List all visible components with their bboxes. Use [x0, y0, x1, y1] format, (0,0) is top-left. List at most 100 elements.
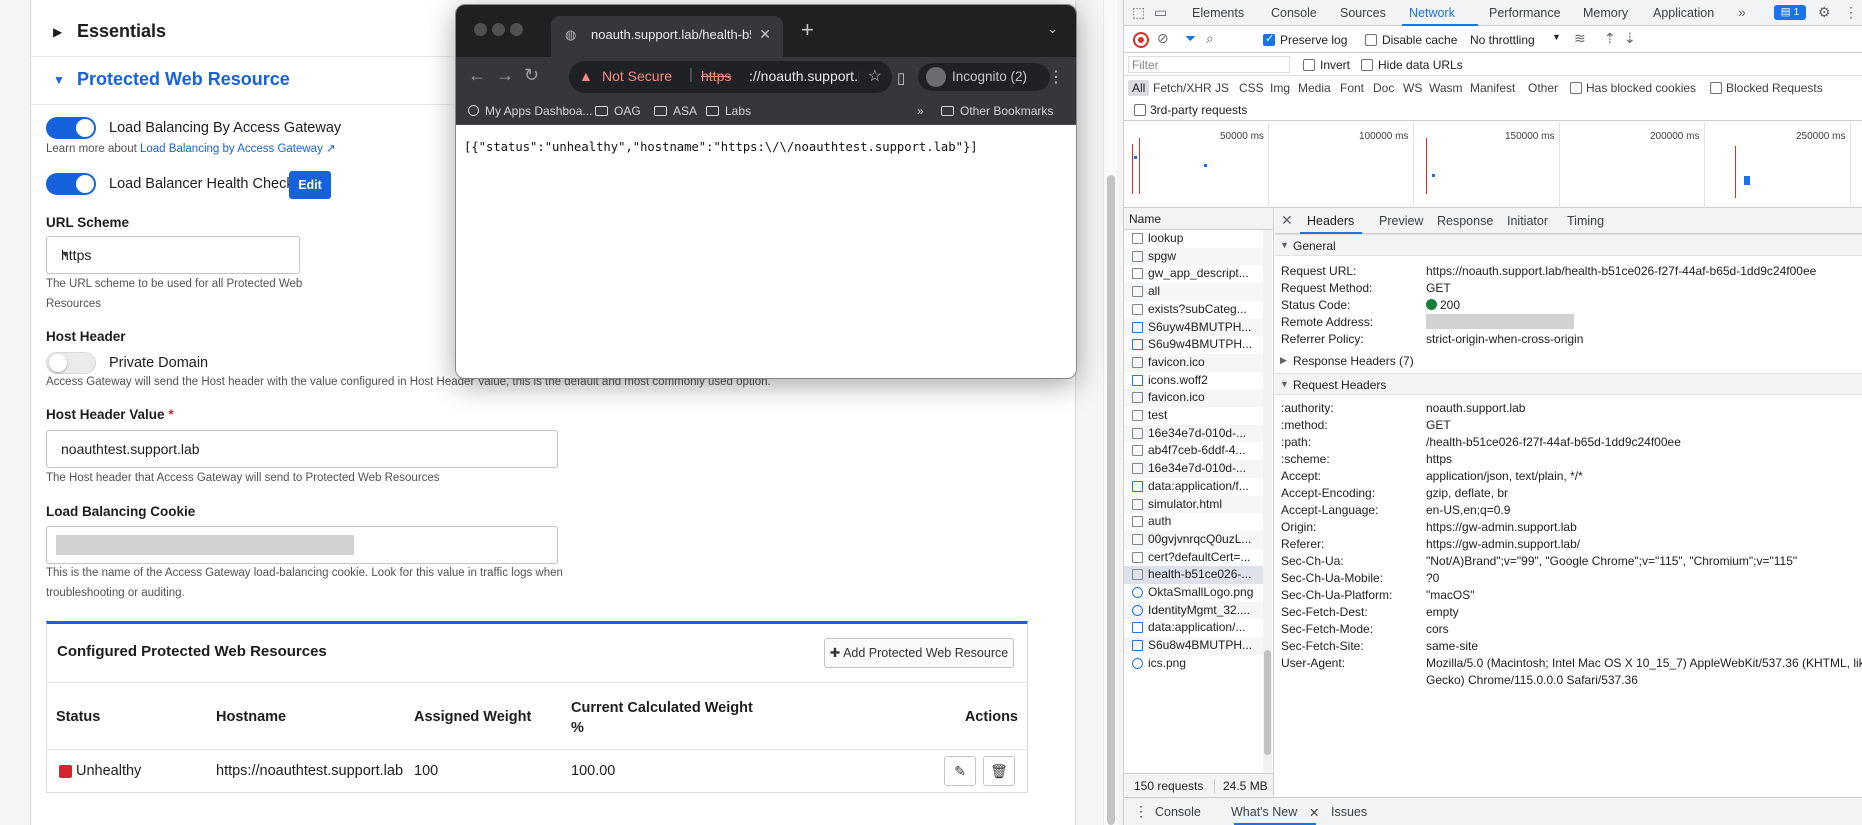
kebab-menu-icon[interactable]: ⋮: [1048, 67, 1064, 87]
request-row[interactable]: S6u9w4BMUTPH...: [1124, 336, 1272, 354]
type-font[interactable]: Font: [1340, 81, 1364, 95]
name-list-scrollbar[interactable]: [1263, 230, 1272, 773]
tab-sources[interactable]: Sources: [1340, 6, 1386, 20]
type-js[interactable]: JS: [1215, 81, 1229, 95]
maximize-window-dot[interactable]: [510, 23, 523, 36]
disable-cache-checkbox[interactable]: [1365, 34, 1377, 46]
close-details-icon[interactable]: ✕: [1281, 212, 1293, 229]
request-row[interactable]: 00gvjvnrqcQ0uzL...: [1124, 530, 1272, 549]
request-row[interactable]: cert?defaultCert=...: [1124, 549, 1272, 567]
filter-input[interactable]: Filter: [1128, 56, 1290, 73]
request-row[interactable]: S6uyw4BMUTPH...: [1124, 318, 1272, 337]
other-bookmarks[interactable]: Other Bookmarks: [941, 104, 1053, 118]
inspect-element-icon[interactable]: ⬚: [1132, 4, 1145, 21]
type-doc[interactable]: Doc: [1373, 81, 1394, 95]
request-row[interactable]: data:application/...: [1124, 619, 1272, 637]
type-ws[interactable]: WS: [1403, 81, 1422, 95]
request-row[interactable]: icons.woff2: [1124, 372, 1272, 390]
request-row[interactable]: favicon.ico: [1124, 389, 1272, 407]
more-bookmarks-icon[interactable]: »: [917, 104, 924, 118]
clear-icon[interactable]: ⊘: [1157, 30, 1169, 47]
kebab-menu-icon[interactable]: ⋮: [1844, 4, 1858, 21]
tab-initiator[interactable]: Initiator: [1507, 214, 1548, 228]
tab-timing[interactable]: Timing: [1567, 214, 1604, 228]
type-manifest[interactable]: Manifest: [1470, 81, 1515, 95]
export-har-icon[interactable]: ⇣: [1624, 30, 1636, 47]
request-row[interactable]: gw_app_descript...: [1124, 265, 1272, 283]
type-other[interactable]: Other: [1528, 81, 1558, 95]
more-tabs-icon[interactable]: »: [1738, 4, 1746, 20]
close-tab-icon[interactable]: ✕: [759, 26, 771, 43]
bookmark-item[interactable]: My Apps Dashboa...: [468, 104, 592, 118]
tab-response[interactable]: Response: [1437, 214, 1493, 228]
request-row[interactable]: S6u8w4BMUTPH...: [1124, 637, 1272, 655]
tab-application[interactable]: Application: [1653, 6, 1714, 20]
forward-icon[interactable]: →: [496, 65, 514, 86]
request-row[interactable]: ab4f7ceb-6ddf-4...: [1124, 442, 1272, 460]
request-row[interactable]: simulator.html: [1124, 495, 1272, 514]
edit-health-check-button[interactable]: Edit: [289, 171, 331, 199]
address-bar[interactable]: ▲ Not Secure | https ://noauth.support.l…: [569, 61, 892, 93]
request-row[interactable]: exists?subCateg...: [1124, 301, 1272, 319]
bookmark-item[interactable]: Labs: [706, 104, 751, 118]
tab-console[interactable]: Console: [1271, 6, 1317, 20]
bookmark-item[interactable]: ASA: [654, 104, 697, 118]
incognito-badge[interactable]: Incognito (2): [918, 63, 1050, 91]
close-whats-new-icon[interactable]: ✕: [1309, 805, 1319, 820]
bookmark-star-icon[interactable]: ☆: [868, 66, 882, 86]
blocked-cookies-checkbox[interactable]: [1570, 82, 1582, 94]
import-har-icon[interactable]: ⇡: [1604, 30, 1616, 47]
health-check-toggle[interactable]: [46, 173, 96, 195]
tab-memory[interactable]: Memory: [1583, 6, 1628, 20]
filter-icon[interactable]: ⏷: [1185, 30, 1196, 47]
request-row[interactable]: spgw: [1124, 247, 1272, 266]
cookie-input[interactable]: [46, 526, 558, 564]
request-row[interactable]: auth: [1124, 513, 1272, 531]
new-tab-icon[interactable]: +: [801, 17, 814, 43]
scroll-thumb[interactable]: [1107, 175, 1115, 825]
settings-gear-icon[interactable]: ⚙: [1818, 4, 1831, 21]
request-row[interactable]: 16e34e7d-010d-...: [1124, 460, 1272, 478]
request-row[interactable]: health-b51ce026-...: [1124, 566, 1272, 584]
search-icon[interactable]: ⌕: [1206, 30, 1214, 47]
drawer-menu-icon[interactable]: ⋮: [1134, 803, 1148, 820]
network-conditions-icon[interactable]: ≋: [1574, 30, 1586, 47]
type-all[interactable]: All: [1128, 80, 1150, 96]
tab-search-icon[interactable]: ⌄: [1047, 21, 1058, 37]
throttling-select[interactable]: No throttling: [1470, 33, 1535, 47]
type-fetch-xhr[interactable]: Fetch/XHR: [1153, 81, 1212, 95]
request-row[interactable]: test: [1124, 407, 1272, 425]
bookmark-item[interactable]: OAG: [595, 104, 641, 118]
drawer-tab-console[interactable]: Console: [1155, 805, 1201, 819]
record-icon[interactable]: [1133, 32, 1149, 48]
side-panel-icon[interactable]: ▯: [897, 69, 905, 87]
type-wasm[interactable]: Wasm: [1429, 81, 1463, 95]
request-row[interactable]: 16e34e7d-010d-...: [1124, 424, 1272, 443]
general-section[interactable]: ▼ General: [1275, 234, 1862, 256]
request-row[interactable]: all: [1124, 283, 1272, 301]
request-row[interactable]: ics.png: [1124, 655, 1272, 673]
host-value-input[interactable]: noauthtest.support.lab: [46, 430, 558, 468]
external-link-icon[interactable]: ↗: [326, 143, 336, 155]
request-row[interactable]: favicon.ico: [1124, 353, 1272, 372]
minimize-window-dot[interactable]: [492, 23, 505, 36]
third-party-checkbox[interactable]: [1134, 104, 1146, 116]
device-toolbar-icon[interactable]: ▭: [1154, 4, 1167, 21]
page-scrollbar[interactable]: [1103, 0, 1117, 825]
type-img[interactable]: Img: [1270, 81, 1290, 95]
tab-network[interactable]: Network: [1409, 6, 1455, 20]
tab-preview[interactable]: Preview: [1379, 214, 1423, 228]
url-scheme-select[interactable]: https ▼: [46, 236, 300, 274]
request-row[interactable]: IdentityMgmt_32....: [1124, 601, 1272, 620]
add-protected-web-resource-button[interactable]: ✚ Add Protected Web Resource: [824, 638, 1014, 668]
delete-row-button[interactable]: 🗑: [983, 756, 1015, 786]
preserve-log-checkbox[interactable]: [1263, 32, 1275, 46]
request-row[interactable]: OktaSmallLogo.png: [1124, 584, 1272, 602]
back-icon[interactable]: ←: [468, 65, 486, 86]
type-media[interactable]: Media: [1298, 81, 1331, 95]
blocked-requests-checkbox[interactable]: [1710, 82, 1722, 94]
type-css[interactable]: CSS: [1239, 81, 1264, 95]
close-window-dot[interactable]: [474, 23, 487, 36]
request-row[interactable]: lookup: [1124, 230, 1272, 248]
drawer-tab-issues[interactable]: Issues: [1331, 805, 1367, 819]
